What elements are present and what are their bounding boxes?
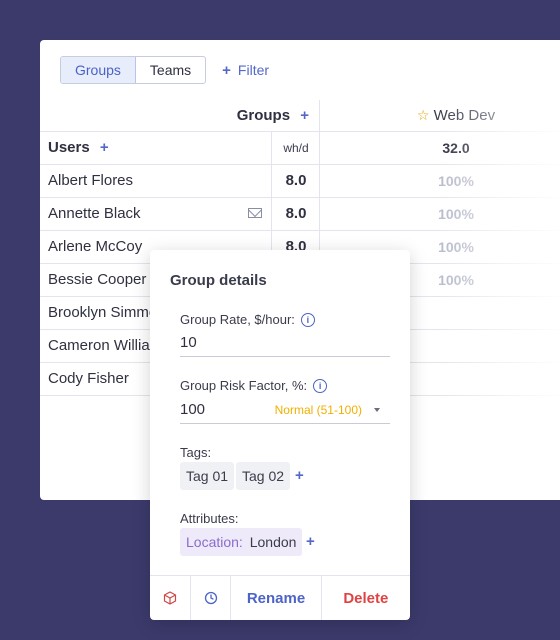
wh-header: wh/d bbox=[271, 132, 320, 164]
group-column-header[interactable]: ☆ Web Dev bbox=[319, 100, 560, 131]
groups-header-row: Groups + ☆ Web Dev bbox=[40, 100, 560, 131]
user-wh: 8.0 bbox=[271, 165, 320, 197]
attributes-label: Attributes: bbox=[180, 511, 239, 526]
table-row[interactable]: Albert Flores 8.0 100% bbox=[40, 165, 560, 198]
risk-value: 100 bbox=[180, 401, 206, 418]
rename-button[interactable]: Rename bbox=[231, 576, 322, 620]
user-name: Albert Flores bbox=[48, 172, 134, 189]
cube-icon bbox=[163, 591, 176, 605]
tab-teams[interactable]: Teams bbox=[136, 57, 205, 83]
group-name: Web Dev bbox=[433, 107, 496, 124]
risk-label-row: Group Risk Factor, %: i bbox=[180, 378, 328, 393]
rate-label: Group Rate, $/hour: bbox=[180, 312, 295, 327]
users-header: Users + bbox=[48, 132, 109, 164]
info-icon[interactable]: i bbox=[300, 312, 315, 327]
add-tag-icon[interactable]: + bbox=[295, 467, 304, 484]
rate-value: 10 bbox=[180, 334, 197, 351]
users-header-label: Users bbox=[48, 139, 90, 156]
user-wh: 8.0 bbox=[271, 198, 320, 230]
group-total: 32.0 bbox=[319, 132, 560, 164]
user-pct: 100% bbox=[319, 165, 560, 197]
popup-title: Group details bbox=[170, 272, 267, 289]
attribute-value: London bbox=[249, 534, 297, 550]
users-header-row: Users + wh/d 32.0 bbox=[40, 131, 560, 165]
risk-input[interactable]: 100 Normal (51-100) bbox=[180, 397, 390, 424]
user-pct: 100% bbox=[319, 198, 560, 230]
risk-level-badge: Normal (51-100) bbox=[274, 403, 362, 417]
rate-input[interactable]: 10 bbox=[180, 330, 390, 357]
clock-icon bbox=[204, 591, 217, 605]
user-name: Arlene McCoy bbox=[48, 238, 143, 255]
add-group-icon[interactable]: + bbox=[300, 107, 309, 124]
view-toggle: Groups Teams bbox=[60, 56, 207, 84]
filter-label: Filter bbox=[237, 62, 270, 78]
user-name: Annette Black bbox=[48, 205, 141, 222]
tab-groups[interactable]: Groups bbox=[61, 57, 136, 83]
info-icon[interactable]: i bbox=[313, 378, 328, 393]
chevron-down-icon[interactable] bbox=[374, 408, 380, 412]
rate-label-row: Group Rate, $/hour: i bbox=[180, 312, 315, 327]
risk-label: Group Risk Factor, %: bbox=[180, 378, 308, 393]
mail-icon[interactable] bbox=[248, 208, 262, 218]
history-button[interactable] bbox=[191, 576, 232, 620]
toolbar: Groups Teams + Filter bbox=[60, 56, 269, 84]
groups-header-label: Groups bbox=[236, 107, 291, 124]
delete-button[interactable]: Delete bbox=[322, 576, 410, 620]
star-icon[interactable]: ☆ bbox=[417, 107, 430, 123]
plus-icon: + bbox=[222, 61, 231, 79]
attribute-chip[interactable]: Location: London bbox=[180, 528, 303, 556]
attribute-key: Location: bbox=[186, 534, 243, 550]
filter-button[interactable]: + Filter bbox=[222, 62, 269, 79]
cube-button[interactable] bbox=[150, 576, 191, 620]
user-name: Bessie Cooper bbox=[48, 271, 147, 288]
add-user-icon[interactable]: + bbox=[100, 139, 109, 156]
add-attribute-icon[interactable]: + bbox=[306, 533, 315, 550]
popup-footer: Rename Delete bbox=[150, 575, 410, 620]
groups-header: Groups + bbox=[40, 100, 319, 131]
user-name: Cody Fisher bbox=[48, 370, 129, 387]
tags-label: Tags: bbox=[180, 445, 212, 460]
group-details-popup: Group details Group Rate, $/hour: i 10 G… bbox=[150, 250, 410, 620]
tag-chip[interactable]: Tag 01 bbox=[180, 462, 235, 490]
tag-chip[interactable]: Tag 02 bbox=[236, 462, 291, 490]
table-row[interactable]: Annette Black 8.0 100% bbox=[40, 198, 560, 231]
